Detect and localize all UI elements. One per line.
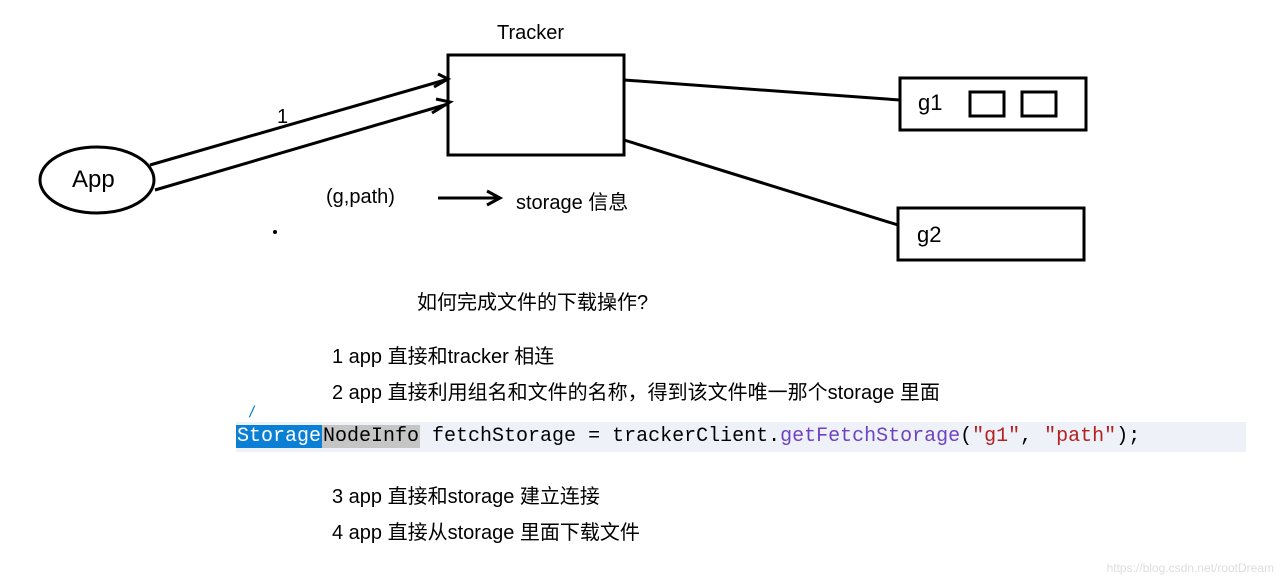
code-eq: = trackerClient. bbox=[588, 425, 780, 448]
step-3: 3 app 直接和storage 建立连接 bbox=[332, 480, 600, 509]
app-label: App bbox=[72, 166, 115, 194]
code-close: ); bbox=[1116, 425, 1140, 448]
code-var: fetchStorage bbox=[420, 425, 588, 448]
step-1: 1 app 直接和tracker 相连 bbox=[332, 340, 554, 369]
storage-info-label: storage 信息 bbox=[516, 186, 628, 215]
code-method: getFetchStorage bbox=[780, 425, 960, 448]
edge-app-tracker-1 bbox=[150, 80, 445, 165]
g1-label: g1 bbox=[918, 90, 942, 116]
g1-inner-box-2 bbox=[1022, 92, 1056, 116]
edge-tracker-g2 bbox=[624, 140, 898, 225]
code-arg1: "g1" bbox=[972, 425, 1020, 448]
code-line: StorageNodeInfo fetchStorage = trackerCl… bbox=[236, 422, 1246, 452]
code-comma: , bbox=[1020, 425, 1044, 448]
g1-inner-box-1 bbox=[970, 92, 1004, 116]
step-4: 4 app 直接从storage 里面下载文件 bbox=[332, 516, 640, 545]
cursor-mark: / bbox=[248, 404, 256, 420]
question-text: 如何完成文件的下载操作? bbox=[417, 286, 648, 315]
watermark: https://blog.csdn.net/rootDream bbox=[1107, 561, 1274, 575]
g2-label: g2 bbox=[917, 222, 941, 248]
edge-1-label: 1 bbox=[277, 106, 288, 129]
step-2: 2 app 直接利用组名和文件的名称，得到该文件唯一那个storage 里面 bbox=[332, 376, 940, 405]
tracker-node bbox=[448, 55, 624, 155]
code-type-storage: Storage bbox=[236, 425, 322, 448]
gpath-label: (g,path) bbox=[326, 186, 395, 209]
stray-dot bbox=[273, 230, 277, 234]
edge-tracker-app bbox=[155, 104, 448, 190]
edge-tracker-g1 bbox=[624, 80, 900, 100]
code-arg2: "path" bbox=[1044, 425, 1116, 448]
code-open: ( bbox=[960, 425, 972, 448]
tracker-label: Tracker bbox=[497, 22, 564, 45]
code-type-nodeinfo: NodeInfo bbox=[322, 425, 420, 448]
